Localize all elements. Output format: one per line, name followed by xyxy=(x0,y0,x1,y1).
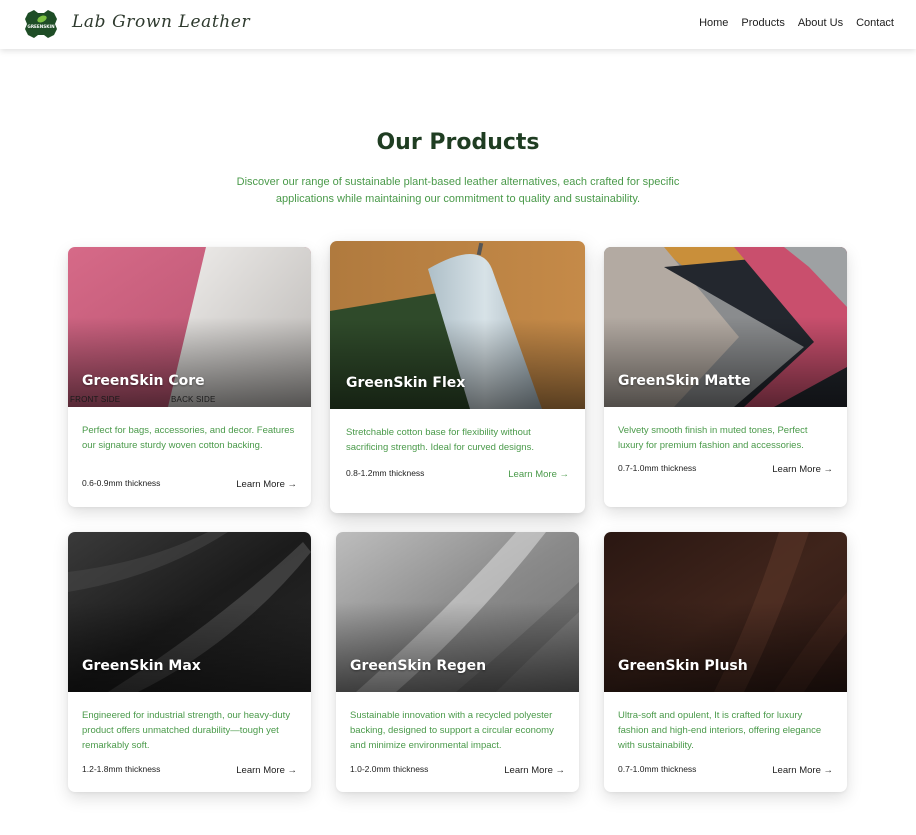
product-card-regen[interactable]: GreenSkin Regen Sustainable innovation w… xyxy=(336,532,579,792)
learn-more-link[interactable]: Learn More → xyxy=(236,479,297,490)
nav-contact[interactable]: Contact xyxy=(856,17,894,29)
product-thickness: 0.6-0.9mm thickness xyxy=(82,478,161,488)
brand-name[interactable]: Lab Grown Leather xyxy=(72,12,250,32)
product-description: Velvety smooth finish in muted tones, Pe… xyxy=(618,425,808,451)
product-card-matte[interactable]: GreenSkin Matte Velvety smooth finish in… xyxy=(604,247,847,507)
product-description: Sustainable innovation with a recycled p… xyxy=(350,710,554,751)
product-description: Ultra-soft and opulent, It is crafted fo… xyxy=(618,710,822,751)
image-label-back: BACK SIDE xyxy=(171,395,216,404)
learn-more-link[interactable]: Learn More → xyxy=(772,765,833,776)
product-card-max[interactable]: GreenSkin Max Engineered for industrial … xyxy=(68,532,311,792)
page-title: Our Products xyxy=(376,130,540,155)
product-card-core[interactable]: GreenSkin Core FRONT SIDE BACK SIDE Perf… xyxy=(68,247,311,507)
product-thickness: 0.8-1.2mm thickness xyxy=(346,468,425,478)
product-name: GreenSkin Max xyxy=(82,658,201,674)
learn-more-link[interactable]: Learn More → xyxy=(508,469,569,480)
product-thickness: 1.2-1.8mm thickness xyxy=(82,764,161,774)
product-name: GreenSkin Plush xyxy=(618,658,748,674)
product-thickness: 1.0-2.0mm thickness xyxy=(350,764,429,774)
main-nav: Home Products About Us Contact xyxy=(699,17,894,29)
greenskin-logo-icon[interactable]: GREENSKIN xyxy=(24,9,58,39)
learn-more-link[interactable]: Learn More → xyxy=(504,765,565,776)
nav-about-us[interactable]: About Us xyxy=(798,17,843,29)
svg-text:GREENSKIN: GREENSKIN xyxy=(27,24,55,29)
product-name: GreenSkin Flex xyxy=(346,375,466,391)
product-thickness: 0.7-1.0mm thickness xyxy=(618,764,697,774)
site-header: GREENSKIN Lab Grown Leather Home Product… xyxy=(0,0,916,49)
product-thickness: 0.7-1.0mm thickness xyxy=(618,463,697,473)
product-card-plush[interactable]: GreenSkin Plush Ultra-soft and opulent, … xyxy=(604,532,847,792)
product-description: Engineered for industrial strength, our … xyxy=(82,710,291,751)
product-card-flex[interactable]: GreenSkin Flex Stretchable cotton base f… xyxy=(330,241,585,513)
page-subtitle: Discover our range of sustainable plant-… xyxy=(236,176,680,205)
product-name: GreenSkin Core xyxy=(82,373,205,389)
product-description: Stretchable cotton base for flexibility … xyxy=(346,427,534,453)
learn-more-link[interactable]: Learn More → xyxy=(236,765,297,776)
image-label-front: FRONT SIDE xyxy=(70,395,121,404)
nav-products[interactable]: Products xyxy=(741,17,784,29)
learn-more-link[interactable]: Learn More → xyxy=(772,464,833,475)
product-name: GreenSkin Matte xyxy=(618,373,751,389)
product-description: Perfect for bags, accessories, and decor… xyxy=(82,425,295,451)
product-name: GreenSkin Regen xyxy=(350,658,487,674)
nav-home[interactable]: Home xyxy=(699,17,728,29)
